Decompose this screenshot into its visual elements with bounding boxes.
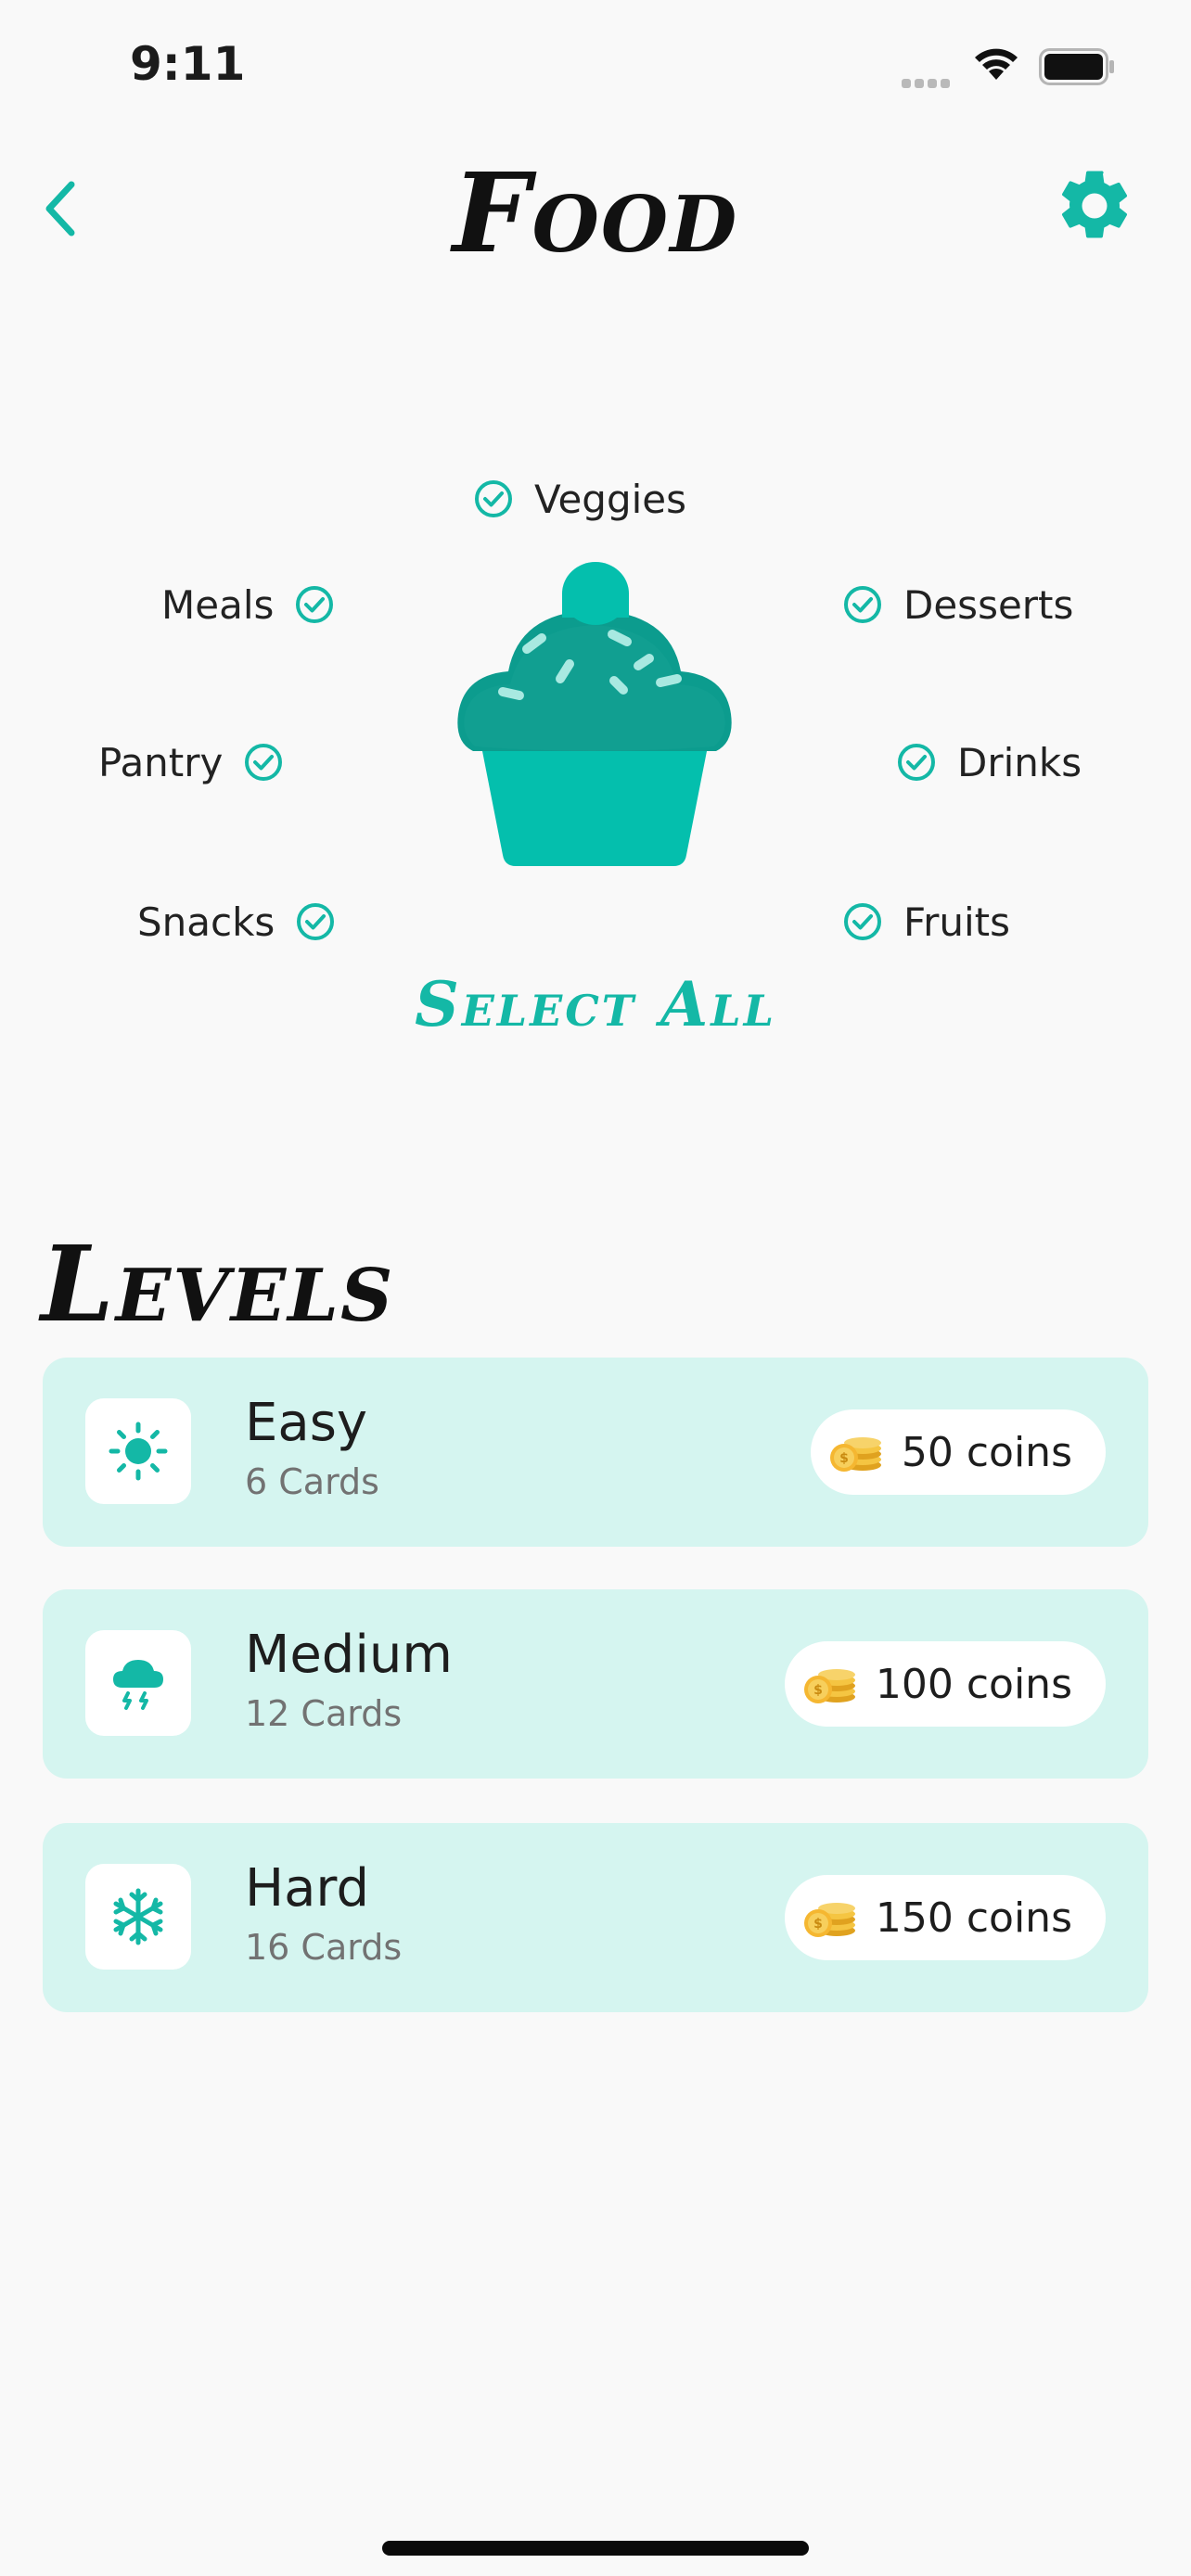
page-title: Food	[452, 148, 739, 277]
category-label: Drinks	[957, 739, 1082, 785]
level-name: Easy	[245, 1393, 368, 1453]
category-label: Snacks	[137, 899, 275, 945]
coin-amount: 50 coins	[901, 1428, 1072, 1476]
category-label: Pantry	[98, 739, 224, 785]
cellular-signal-icon	[902, 74, 954, 92]
check-circle-icon	[898, 744, 935, 781]
select-all-button[interactable]: Select All	[0, 968, 1191, 1040]
wifi-icon	[975, 48, 1018, 80]
svg-text:$: $	[839, 1451, 849, 1466]
level-card-hard[interactable]: Hard 16 Cards $ 150 coins	[43, 1823, 1148, 2012]
category-desserts[interactable]: Desserts	[842, 577, 1073, 632]
coins-icon: $	[803, 1669, 855, 1703]
level-icon-container	[85, 1398, 191, 1504]
coin-amount: 150 coins	[875, 1894, 1072, 1942]
category-label: Meals	[161, 581, 275, 628]
coins-icon: $	[803, 1903, 855, 1937]
storm-cloud-icon	[113, 1660, 163, 1710]
check-circle-icon	[245, 744, 283, 781]
category-label: Fruits	[903, 899, 1011, 945]
svg-text:$: $	[813, 1917, 823, 1932]
battery-icon	[1039, 48, 1114, 85]
level-card-count: 6 Cards	[245, 1461, 379, 1502]
level-card-count: 12 Cards	[245, 1693, 403, 1734]
category-label: Veggies	[534, 476, 687, 522]
category-fruits[interactable]: Fruits	[842, 894, 1010, 950]
levels-heading: Levels	[41, 1224, 395, 1345]
level-name: Hard	[245, 1858, 370, 1919]
level-icon-container	[85, 1630, 191, 1736]
category-label: Desserts	[903, 581, 1074, 628]
coin-reward-badge: $ 150 coins	[784, 1875, 1106, 1960]
svg-text:$: $	[813, 1683, 823, 1698]
coin-amount: 100 coins	[875, 1660, 1072, 1708]
check-circle-icon	[296, 586, 334, 623]
coins-icon: $	[829, 1437, 881, 1472]
cupcake-icon	[457, 562, 732, 866]
level-name: Medium	[245, 1625, 453, 1685]
level-card-easy[interactable]: Easy 6 Cards $ 50 coins	[43, 1358, 1148, 1547]
coin-reward-badge: $ 50 coins	[810, 1409, 1106, 1495]
category-drinks[interactable]: Drinks	[896, 734, 1082, 790]
category-pantry[interactable]: Pantry	[98, 734, 284, 790]
level-card-count: 16 Cards	[245, 1927, 403, 1968]
sun-icon	[109, 1422, 168, 1481]
check-circle-icon	[297, 903, 335, 940]
category-meals[interactable]: Meals	[161, 577, 335, 632]
settings-button[interactable]	[1048, 159, 1141, 252]
check-circle-icon	[844, 586, 881, 623]
category-snacks[interactable]: Snacks	[137, 894, 336, 950]
check-circle-icon	[475, 480, 512, 517]
level-icon-container	[85, 1864, 191, 1970]
status-bar-time: 9:11	[130, 37, 246, 91]
gear-icon	[1061, 171, 1128, 238]
level-card-medium[interactable]: Medium 12 Cards $ 100 coins	[43, 1589, 1148, 1779]
category-veggies[interactable]: Veggies	[473, 471, 686, 527]
coin-reward-badge: $ 100 coins	[784, 1641, 1106, 1727]
check-circle-icon	[844, 903, 881, 940]
snowflake-icon	[113, 1888, 163, 1945]
home-indicator[interactable]	[382, 2541, 809, 2556]
